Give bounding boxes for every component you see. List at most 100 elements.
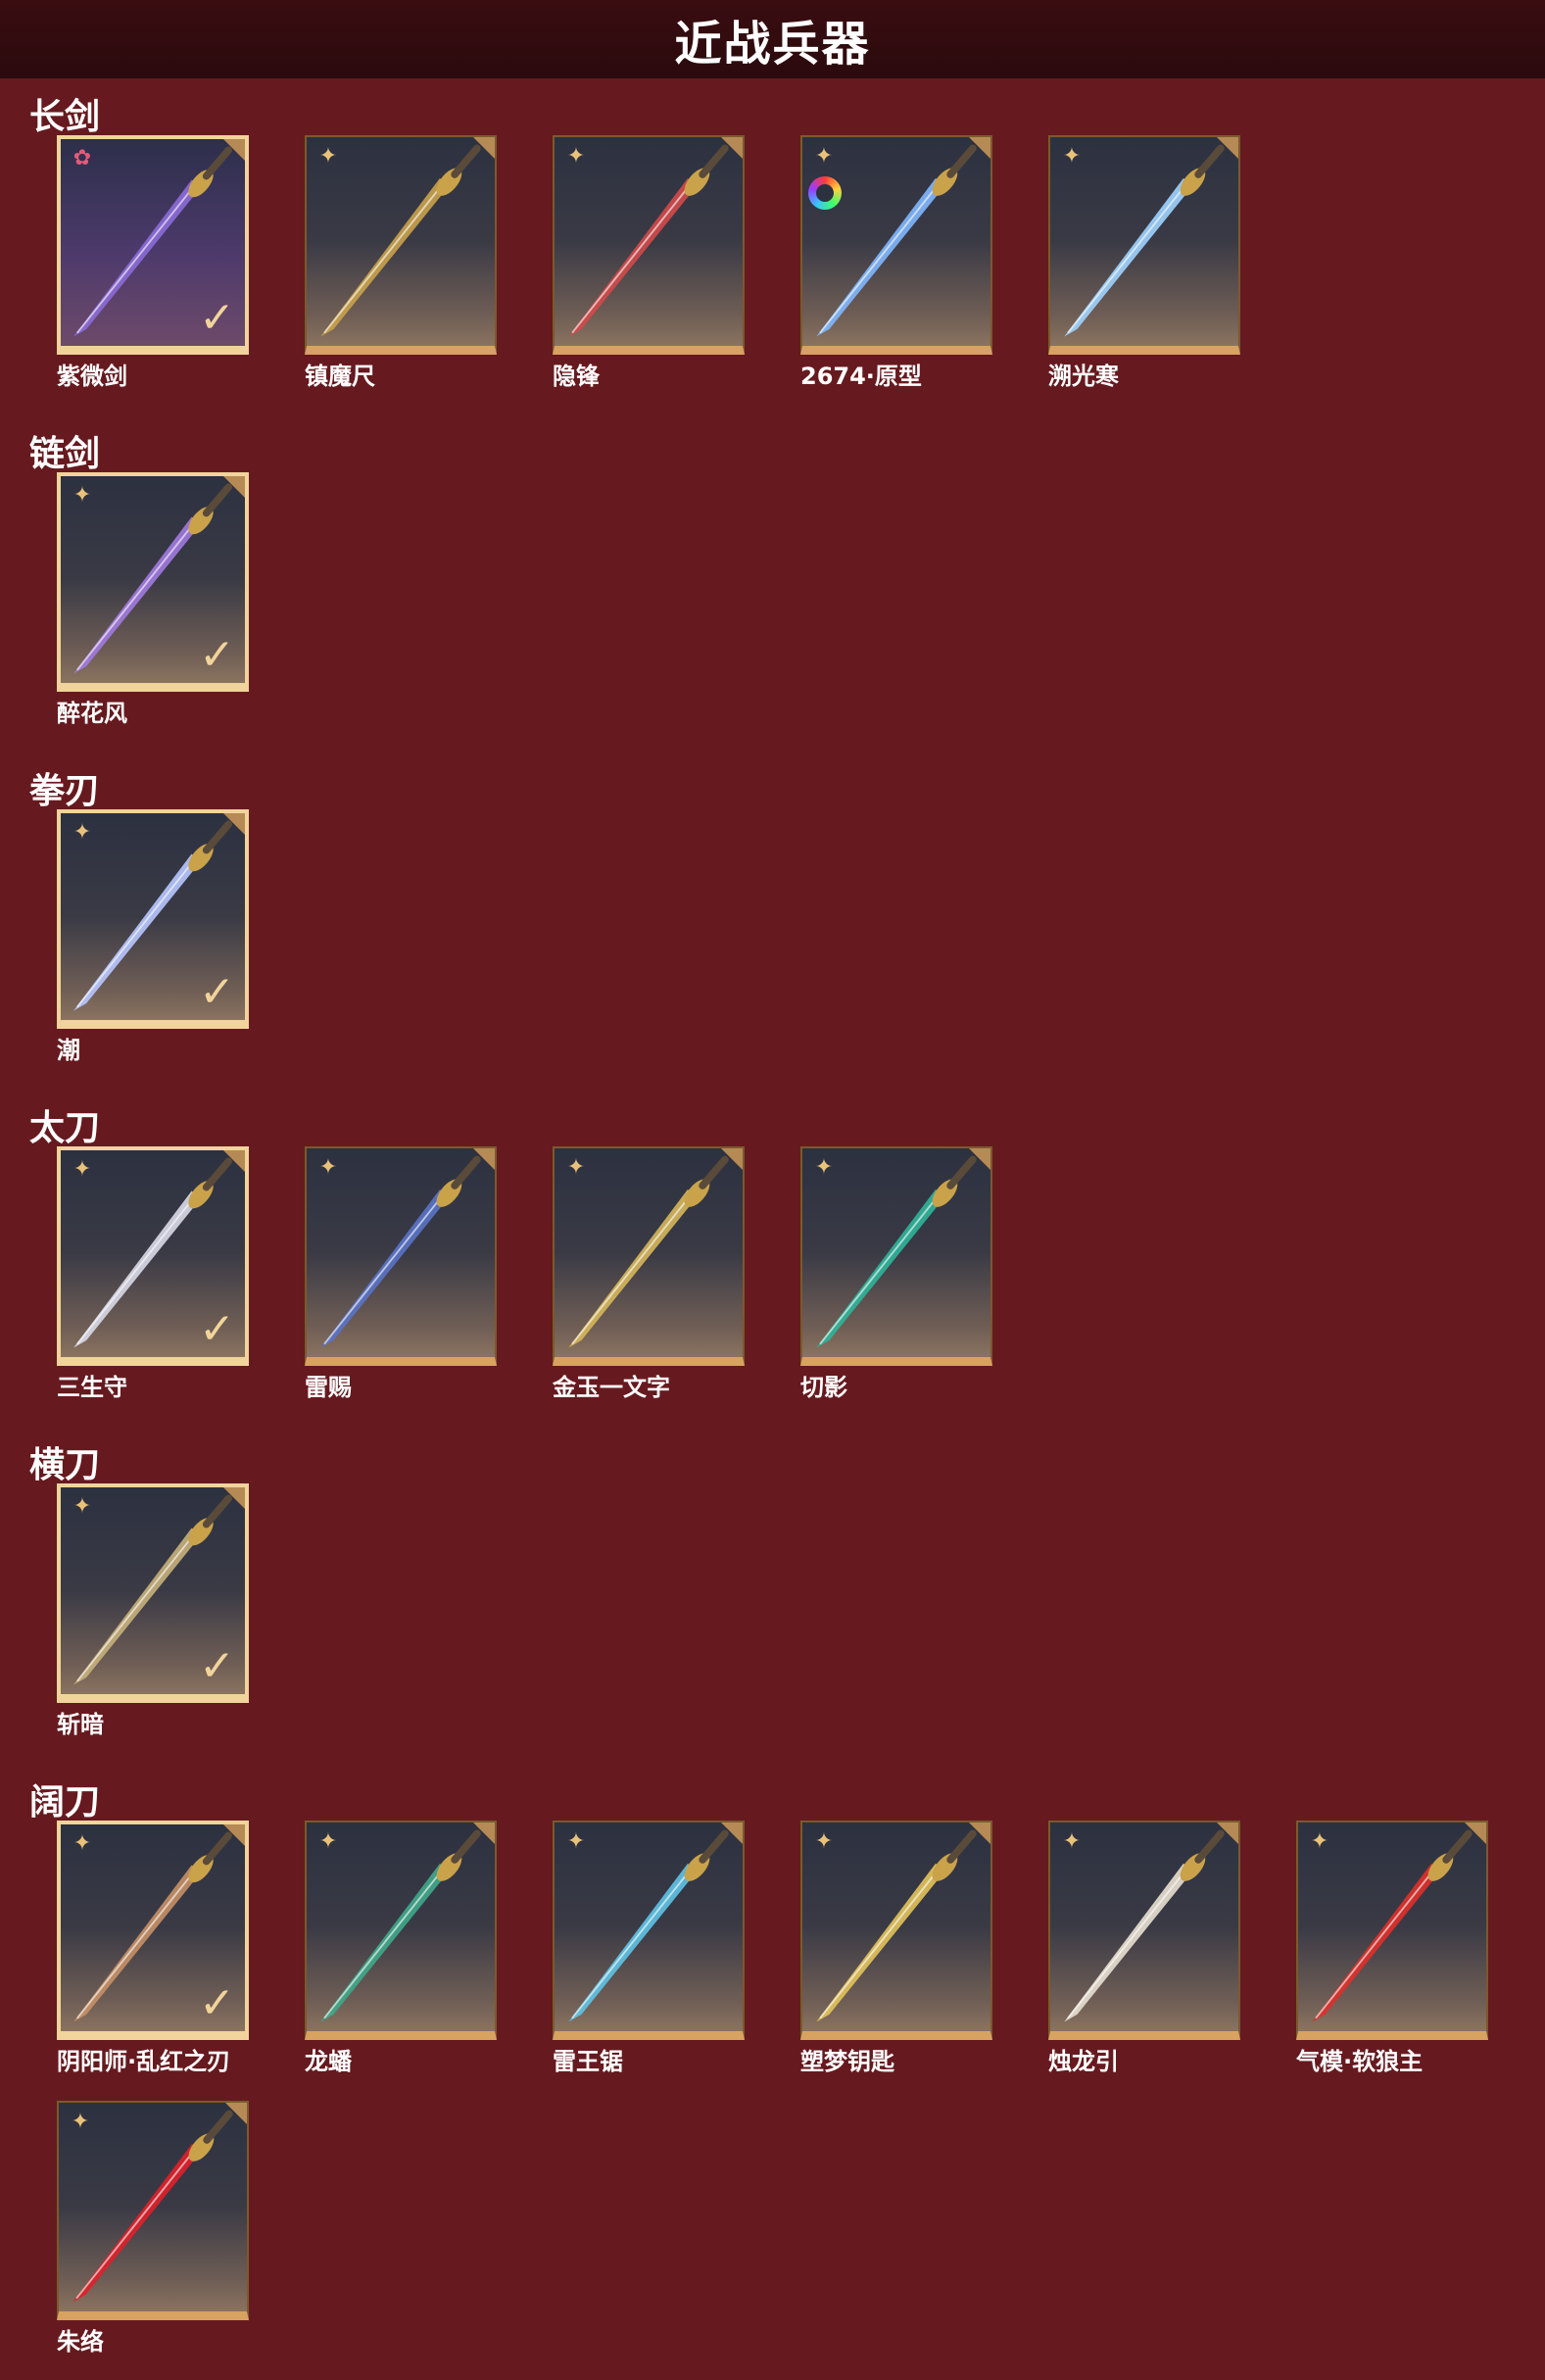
weapon-card[interactable]: ✦ ✓ [57,1483,249,1703]
weapon-name: 醉花风 [57,700,127,727]
weapon-item[interactable]: ✦ 镇魔尺 [305,135,497,390]
weapon-card[interactable]: ✦ [1296,1821,1488,2040]
shuriken-icon: ✦ [566,1829,586,1854]
corner-triangle-icon [721,1822,743,1844]
shuriken-icon: ✦ [71,2110,90,2134]
equipped-check-icon: ✓ [199,967,235,1017]
weapon-name: 切影 [800,1374,847,1401]
weapon-card[interactable]: ✦ [57,2101,249,2320]
corner-triangle-icon [473,1148,495,1170]
weapon-card[interactable]: ✦ [800,1146,992,1366]
shuriken-icon: ✦ [1062,144,1082,169]
weapon-card[interactable]: ✦ [305,1146,497,1366]
shuriken-icon: ✦ [566,144,586,169]
weapon-card[interactable]: ✦ [553,1146,745,1366]
shuriken-icon: ✦ [72,1494,92,1519]
shuriken-icon: ✦ [1310,1829,1329,1854]
weapon-item[interactable]: ✦ ✓ 阴阳师·乱红之刃 [57,1821,249,2075]
weapon-card[interactable]: ✦ [305,1821,497,2040]
corner-triangle-icon [969,1148,990,1170]
weapon-item[interactable]: ✦ 塑梦钥匙 [800,1821,992,2075]
corner-triangle-icon [223,1487,245,1509]
weapon-item[interactable]: ✦ 溯光寒 [1048,135,1240,390]
weapon-item[interactable]: ✦ 朱络 [57,2101,249,2356]
corner-triangle-icon [1465,1822,1486,1844]
category-title: 链剑 [29,434,101,474]
weapon-item[interactable]: ✦ 雷赐 [305,1146,497,1401]
corner-triangle-icon [969,137,990,159]
shuriken-icon: ✦ [318,144,338,169]
weapon-card[interactable]: ✿ ✓ [57,135,249,355]
weapon-item[interactable]: ✦ 气模·软狼主 [1296,1821,1488,2075]
weapon-item[interactable]: ✦ 龙蟠 [305,1821,497,2075]
shuriken-icon: ✦ [72,1831,92,1856]
weapon-item[interactable]: ✦ 切影 [800,1146,992,1401]
rose-star-icon: ✿ [72,146,92,170]
weapon-card[interactable]: ✦ [1048,1821,1240,2040]
weapon-card[interactable]: ✦ [800,135,992,355]
equipped-check-icon: ✓ [199,293,235,343]
corner-triangle-icon [223,1150,245,1172]
weapon-card[interactable]: ✦ [305,135,497,355]
corner-triangle-icon [721,1148,743,1170]
shuriken-icon: ✦ [814,1155,834,1180]
weapon-name: 金玉一文字 [553,1374,670,1401]
weapon-name: 雷赐 [305,1374,352,1401]
weapon-name: 斩暗 [57,1711,104,1738]
equipped-check-icon: ✓ [199,1641,235,1691]
weapon-item[interactable]: ✦ 雷王锯 [553,1821,745,2075]
shuriken-icon: ✦ [566,1155,586,1180]
weapon-item[interactable]: ✿ ✓ 紫微剑 [57,135,249,390]
equipped-check-icon: ✓ [199,1304,235,1354]
weapon-name: 阴阳师·乱红之刃 [57,2048,231,2075]
weapon-item[interactable]: ✦ ✓ 潮 [57,809,249,1064]
shuriken-icon: ✦ [318,1155,338,1180]
weapon-card[interactable]: ✦ ✓ [57,1821,249,2040]
weapon-item[interactable]: ✦ 烛龙引 [1048,1821,1240,2075]
weapon-card[interactable]: ✦ ✓ [57,1146,249,1366]
weapon-name: 紫微剑 [57,363,127,390]
weapon-card[interactable]: ✦ [553,1821,745,2040]
shuriken-icon: ✦ [72,820,92,845]
weapon-name: 烛龙引 [1048,2048,1119,2075]
corner-triangle-icon [969,1822,990,1844]
corner-triangle-icon [473,137,495,159]
corner-triangle-icon [473,1822,495,1844]
weapon-item[interactable]: ✦ ✓ 斩暗 [57,1483,249,1738]
weapon-name: 溯光寒 [1048,363,1119,390]
weapon-name: 雷王锯 [553,2048,623,2075]
weapon-card[interactable]: ✦ ✓ [57,809,249,1029]
weapon-item[interactable]: ✦ ✓ 三生守 [57,1146,249,1401]
shuriken-icon: ✦ [72,1157,92,1182]
shuriken-icon: ✦ [814,144,834,169]
category-title: 拳刃 [29,771,101,811]
weapon-name: 气模·软狼主 [1296,2048,1424,2075]
weapon-item[interactable]: ✦ ✓ 醉花风 [57,472,249,727]
weapon-name: 隐锋 [553,363,600,390]
weapon-name: 镇魔尺 [305,363,375,390]
category-title: 太刀 [29,1108,101,1148]
weapon-card[interactable]: ✦ [800,1821,992,2040]
category-title: 长剑 [29,97,101,137]
equipped-check-icon: ✓ [199,1978,235,2028]
corner-triangle-icon [223,139,245,161]
corner-triangle-icon [1217,1822,1238,1844]
weapon-card[interactable]: ✦ ✓ [57,472,249,692]
page-title: 近战兵器 [674,17,871,72]
equipped-check-icon: ✓ [199,630,235,680]
rainbow-ring-icon [808,176,842,210]
shuriken-icon: ✦ [1062,1829,1082,1854]
corner-triangle-icon [721,137,743,159]
category-title: 阔刀 [29,1782,101,1822]
corner-triangle-icon [1217,137,1238,159]
corner-triangle-icon [223,813,245,835]
weapon-item[interactable]: ✦ 金玉一文字 [553,1146,745,1401]
weapon-name: 塑梦钥匙 [800,2048,894,2075]
shuriken-icon: ✦ [318,1829,338,1854]
weapon-collection-page: 近战兵器 长剑 ✿ ✓ 紫微剑 ✦ 镇魔尺 ✦ 隐锋 ✦ 2674·原型 ✦ 溯光寒 链剑 ✦ ✓ 醉花风 拳刃… [0,0,1545,2380]
weapon-item[interactable]: ✦ 隐锋 [553,135,745,390]
weapon-card[interactable]: ✦ [553,135,745,355]
weapon-card[interactable]: ✦ [1048,135,1240,355]
weapon-item[interactable]: ✦ 2674·原型 [800,135,992,390]
corner-triangle-icon [223,1824,245,1846]
